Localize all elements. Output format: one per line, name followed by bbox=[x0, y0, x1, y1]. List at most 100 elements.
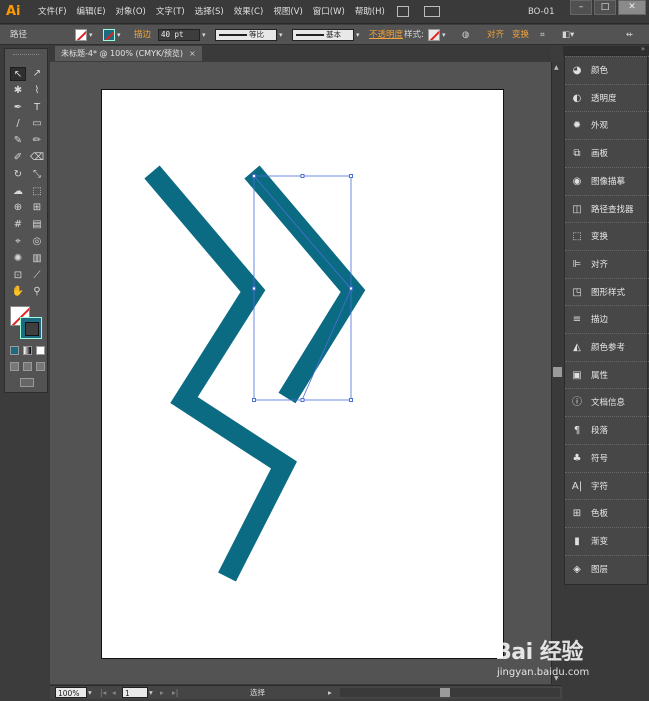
status-menu-arrow-icon[interactable]: ▸ bbox=[328, 687, 332, 698]
artboard-dropdown-arrow-icon[interactable]: ▾ bbox=[149, 687, 153, 698]
panel-document-info[interactable]: ⓘ 文档信息 bbox=[565, 388, 649, 415]
bridge-icon[interactable] bbox=[397, 6, 409, 17]
panel-image-trace[interactable]: ◉ 图像描摹 bbox=[565, 166, 649, 194]
zigzag-path-right[interactable] bbox=[244, 165, 366, 404]
last-artboard-icon[interactable]: ▸| bbox=[172, 687, 178, 698]
panel-transparency[interactable]: ◐ 透明度 bbox=[565, 83, 649, 111]
minimize-button[interactable]: – bbox=[570, 0, 592, 15]
gradient-tool[interactable]: ▤ bbox=[29, 218, 45, 232]
handle-bottom-right[interactable] bbox=[349, 398, 353, 402]
panel-attributes[interactable]: ▣ 属性 bbox=[565, 360, 649, 388]
menu-item-2[interactable]: 对象(O) bbox=[111, 0, 151, 24]
panel-color-guide[interactable]: ◭ 颜色参考 bbox=[565, 333, 649, 360]
canvas-area[interactable] bbox=[50, 62, 551, 684]
isolate-icon[interactable]: ⌗ bbox=[540, 25, 545, 45]
scroll-up-icon[interactable]: ▲ bbox=[554, 64, 559, 71]
close-tab-icon[interactable]: × bbox=[189, 49, 196, 58]
menu-item-4[interactable]: 选择(S) bbox=[190, 0, 229, 24]
brush-definition-dropdown[interactable]: 基本 bbox=[292, 29, 354, 41]
vertical-scroll-thumb[interactable] bbox=[553, 367, 562, 377]
draw-behind-button[interactable] bbox=[23, 362, 32, 371]
eyedropper-tool[interactable]: ⌖ bbox=[10, 235, 26, 249]
menu-item-1[interactable]: 编辑(E) bbox=[72, 0, 111, 24]
handle-middle-left[interactable] bbox=[252, 286, 256, 291]
mesh-tool[interactable]: # bbox=[10, 218, 26, 232]
rectangle-tool[interactable]: ▭ bbox=[29, 117, 45, 131]
type-tool[interactable]: T bbox=[29, 101, 45, 115]
slice-tool[interactable]: ⟋ bbox=[29, 269, 45, 283]
handle-bottom-left[interactable] bbox=[252, 398, 256, 402]
recolor-icon[interactable]: ◍ bbox=[462, 25, 469, 45]
menu-item-3[interactable]: 文字(T) bbox=[151, 0, 190, 24]
profile-arrow-icon[interactable]: ▾ bbox=[279, 30, 287, 40]
panel-stroke[interactable]: ≡ 描边 bbox=[565, 305, 649, 332]
eraser-tool[interactable]: ⌫ bbox=[29, 151, 45, 165]
blob-brush-tool[interactable]: ✐ bbox=[10, 151, 26, 165]
panel-menu-icon[interactable]: ⇷ bbox=[626, 25, 633, 45]
draw-normal-button[interactable] bbox=[10, 362, 19, 371]
horizontal-scroll-thumb[interactable] bbox=[440, 688, 450, 697]
transform-link[interactable]: 变换 bbox=[512, 25, 529, 45]
screen-mode-button[interactable] bbox=[20, 378, 34, 387]
variable-width-profile-dropdown[interactable]: 等比 bbox=[215, 29, 277, 41]
handle-top-center[interactable] bbox=[300, 174, 305, 178]
handle-top-right[interactable] bbox=[349, 174, 353, 178]
hand-tool[interactable]: ✋ bbox=[10, 285, 26, 299]
artboard-number-input[interactable]: 1 bbox=[122, 687, 148, 698]
align-link[interactable]: 对齐 bbox=[487, 25, 504, 45]
menu-item-0[interactable]: 文件(F) bbox=[33, 0, 72, 24]
stroke-weight-arrow-icon[interactable]: ▾ bbox=[202, 30, 210, 40]
panel-swatches[interactable]: ⊞ 色板 bbox=[565, 499, 649, 526]
draw-inside-button[interactable] bbox=[36, 362, 45, 371]
selection-tool[interactable]: ↖ bbox=[10, 67, 26, 81]
graphic-style-swatch[interactable] bbox=[428, 29, 440, 41]
artboard[interactable] bbox=[101, 89, 504, 659]
zoom-tool[interactable]: ⚲ bbox=[29, 285, 45, 299]
panel-paragraph[interactable]: ¶ 段落 bbox=[565, 416, 649, 443]
arrange-icon[interactable]: ◧▾ bbox=[562, 25, 574, 45]
shape-builder-tool[interactable]: ⊕ bbox=[10, 201, 26, 215]
lasso-tool[interactable]: ⌇ bbox=[29, 84, 45, 98]
zigzag-path-left[interactable] bbox=[144, 165, 297, 582]
close-button[interactable]: ✕ bbox=[618, 0, 646, 15]
dock-collapse-icon[interactable]: » bbox=[641, 45, 645, 53]
vertical-scrollbar[interactable]: ▲ ▼ bbox=[551, 62, 562, 684]
panel-character[interactable]: A| 字符 bbox=[565, 471, 649, 499]
panel-graphic-styles[interactable]: ◳ 图形样式 bbox=[565, 277, 649, 305]
panel-symbols[interactable]: ♣ 符号 bbox=[565, 443, 649, 471]
color-mode-button[interactable] bbox=[10, 346, 19, 355]
horizontal-scrollbar[interactable] bbox=[340, 688, 560, 697]
fill-swatch[interactable] bbox=[75, 29, 87, 41]
warp-tool[interactable]: ☁ bbox=[10, 185, 26, 199]
column-graph-tool[interactable]: ▥ bbox=[29, 252, 45, 266]
stroke-swatch[interactable] bbox=[103, 29, 115, 41]
blend-tool[interactable]: ◎ bbox=[29, 235, 45, 249]
line-tool[interactable]: / bbox=[10, 117, 26, 131]
gradient-mode-button[interactable] bbox=[23, 346, 32, 355]
stroke-dropdown-arrow-icon[interactable]: ▾ bbox=[117, 30, 125, 40]
magic-wand-tool[interactable]: ✱ bbox=[10, 84, 26, 98]
panel-pathfinder[interactable]: ◫ 路径查找器 bbox=[565, 194, 649, 222]
stroke-color-box[interactable] bbox=[20, 317, 42, 339]
handle-bottom-center[interactable] bbox=[300, 398, 305, 402]
workspace-name[interactable]: BO-01 bbox=[528, 0, 555, 24]
first-artboard-icon[interactable]: |◂ bbox=[100, 687, 106, 698]
dock-collapse-bar[interactable]: » bbox=[563, 45, 649, 55]
panel-artboards[interactable]: ⧉ 画板 bbox=[565, 139, 649, 166]
menu-item-6[interactable]: 视图(V) bbox=[268, 0, 307, 24]
panel-appearance[interactable]: ✹ 外观 bbox=[565, 111, 649, 138]
direct-selection-tool[interactable]: ↗ bbox=[29, 67, 45, 81]
panel-color[interactable]: ◕ 颜色 bbox=[565, 56, 649, 83]
arrange-documents-icon[interactable] bbox=[424, 6, 440, 17]
document-tab[interactable]: 未标题-4* @ 100% (CMYK/预览) × bbox=[55, 46, 202, 61]
next-artboard-icon[interactable]: ▸ bbox=[160, 687, 164, 698]
pen-tool[interactable]: ✒ bbox=[10, 101, 26, 115]
none-mode-button[interactable] bbox=[36, 346, 45, 355]
rotate-tool[interactable]: ↻ bbox=[10, 168, 26, 182]
handle-top-left[interactable] bbox=[252, 174, 256, 178]
stroke-weight-input[interactable]: 40 pt bbox=[158, 29, 200, 41]
panel-layers[interactable]: ◈ 图层 bbox=[565, 554, 649, 582]
artboard-tool[interactable]: ⊡ bbox=[10, 269, 26, 283]
handle-middle-right[interactable] bbox=[349, 286, 353, 291]
previous-artboard-icon[interactable]: ◂ bbox=[112, 687, 116, 698]
